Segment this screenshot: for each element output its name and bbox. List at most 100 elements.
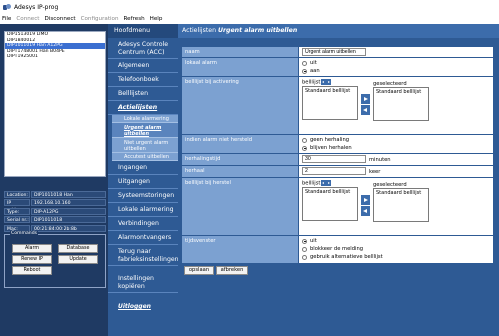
radio-lokaal-aan[interactable] bbox=[302, 68, 307, 74]
niet-hersteld-label: indien alarm niet hersteld bbox=[182, 135, 298, 153]
database-button[interactable]: Database bbox=[58, 244, 98, 253]
left-pane: DIP1513019 LIMO DIP1840012 DIP1011019 Ha… bbox=[0, 24, 108, 336]
nav-item-acc[interactable]: Adesys Controle Centrum (ACC) bbox=[108, 38, 178, 59]
menu-connect[interactable]: Connect bbox=[16, 16, 39, 22]
add-to-selected-button[interactable] bbox=[361, 94, 370, 104]
info-location-value: DIP1011018 Han bbox=[31, 190, 106, 198]
tijdsvenster-option-uit[interactable]: uit bbox=[302, 238, 317, 244]
menu-refresh[interactable]: Refresh bbox=[124, 16, 145, 22]
swap-icon[interactable] bbox=[321, 79, 332, 85]
reboot-button[interactable]: Reboot bbox=[12, 266, 52, 275]
arrow-right-icon bbox=[364, 197, 368, 202]
cancel-button[interactable]: afbreken bbox=[216, 266, 248, 275]
herstel-label: belllijst bij herstel bbox=[182, 178, 298, 235]
app-logo-icon bbox=[3, 3, 11, 11]
info-type-value: DIP-A12PG bbox=[31, 207, 106, 215]
arrow-left-icon bbox=[363, 107, 367, 112]
device-list-item[interactable]: DIPT1925001 bbox=[5, 54, 105, 60]
nav-item-instellingen-kopieren[interactable]: Instellingen kopiëren bbox=[108, 272, 178, 293]
list-item[interactable]: Standaard belllijst bbox=[305, 88, 357, 94]
update-button[interactable]: Update bbox=[58, 255, 98, 264]
menu-help[interactable]: Help bbox=[150, 16, 163, 22]
device-info: Location: DIP1011018 Han IP address: 192… bbox=[4, 190, 106, 233]
blijven-herhalen-text: blijven herhalen bbox=[310, 145, 352, 151]
nav-item-lokale-alarmering[interactable]: Lokale alarmering bbox=[108, 203, 178, 217]
radio-tijdsvenster-blokkeer[interactable] bbox=[302, 246, 307, 252]
herhalingstijd-input[interactable] bbox=[302, 155, 366, 163]
list-item[interactable]: Standaard belllijst bbox=[376, 190, 428, 196]
nav-sub-urgent-alarm[interactable]: Urgent alarm uitbellen bbox=[112, 123, 178, 138]
info-serial-label: Serial nr.: bbox=[4, 216, 30, 224]
herhaal-input[interactable] bbox=[302, 167, 366, 175]
info-serial-value: DIP1011018 bbox=[31, 216, 106, 224]
nav-item-algemeen[interactable]: Algemeen bbox=[108, 59, 178, 73]
swap-icon[interactable] bbox=[321, 180, 332, 186]
herhaal-unit: keer bbox=[369, 169, 381, 175]
nav-item-systeemstoringen[interactable]: Systeemstoringen bbox=[108, 189, 178, 203]
nav-item-verbindingen[interactable]: Verbindingen bbox=[108, 217, 178, 231]
list-item[interactable]: Standaard belllijst bbox=[376, 89, 428, 95]
window-titlebar: Adesys IP-prog bbox=[0, 0, 499, 14]
herhaling-option-geen[interactable]: geen herhaling bbox=[302, 137, 349, 143]
herhaling-option-blijven[interactable]: blijven herhalen bbox=[302, 145, 352, 151]
nav-item-ingangen[interactable]: Ingangen bbox=[108, 161, 178, 175]
radio-blijven-herhalen[interactable] bbox=[302, 145, 307, 151]
tijdsvenster-option-alternatief[interactable]: gebruik alternatieve belllijst bbox=[302, 254, 383, 260]
radio-tijdsvenster-uit[interactable] bbox=[302, 238, 307, 244]
nav-sub-niet-urgent-alarm[interactable]: Niet urgent alarm uitbellen bbox=[112, 138, 178, 153]
nav-sub-accutest[interactable]: Accutest uitbellen bbox=[112, 153, 178, 161]
lokaal-alarm-label: lokaal alarm bbox=[182, 58, 298, 76]
menu-file[interactable]: File bbox=[2, 16, 11, 22]
herstel-selected-list[interactable]: Standaard belllijst bbox=[373, 188, 429, 222]
arrow-right-icon bbox=[364, 96, 368, 101]
info-row-location: Location: DIP1011018 Han bbox=[4, 190, 106, 198]
nav-sub-lokale-alarmering[interactable]: Lokale alarmering bbox=[112, 115, 178, 123]
breadcrumb-current: Urgent alarm uitbellen bbox=[217, 27, 298, 34]
save-button[interactable]: opslaan bbox=[184, 266, 214, 275]
nav-item-fabrieksinstellingen[interactable]: Terug naar fabrieksinstellingen bbox=[108, 245, 179, 266]
remove-from-selected-button[interactable] bbox=[361, 105, 370, 115]
activering-label: belllijst bij activering bbox=[182, 77, 298, 134]
logout-link[interactable]: Uitloggen bbox=[108, 303, 178, 310]
tijdsvenster-blokkeer-text: blokkeer de melding bbox=[310, 246, 364, 252]
lokaal-option-aan[interactable]: aan bbox=[302, 68, 320, 74]
menu-disconnect[interactable]: Disconnect bbox=[45, 16, 76, 22]
tijdsvenster-alternatief-text: gebruik alternatieve belllijst bbox=[310, 254, 383, 260]
renew-ip-button[interactable]: Renew IP bbox=[12, 255, 52, 264]
lokaal-option-uit[interactable]: uit bbox=[302, 60, 317, 66]
row-herhaal: herhaal keer bbox=[182, 166, 493, 177]
menu-configuration[interactable]: Configuration bbox=[81, 16, 119, 22]
nav-item-uitgangen[interactable]: Uitgangen bbox=[108, 175, 178, 189]
nav-item-telefoonboek[interactable]: Telefoonboek bbox=[108, 73, 178, 87]
geen-herhaling-text: geen herhaling bbox=[310, 137, 350, 143]
window-title: Adesys IP-prog bbox=[14, 3, 59, 11]
remove-from-selected-button[interactable] bbox=[361, 206, 370, 216]
activering-available-label: belllijst bbox=[302, 79, 332, 86]
naam-input[interactable] bbox=[302, 48, 366, 56]
add-to-selected-button[interactable] bbox=[361, 195, 370, 205]
breadcrumb-section[interactable]: Actielijsten bbox=[182, 27, 216, 34]
content-panel: naam lokaal alarm uit aan belllijst bij … bbox=[178, 38, 499, 336]
info-mac-value: 00:21:84:00:2b:8b bbox=[31, 224, 106, 232]
alarm-button[interactable]: Alarm bbox=[12, 244, 52, 253]
nav-item-alarmontvangers[interactable]: Alarmontvangers bbox=[108, 231, 178, 245]
radio-tijdsvenster-alternatief[interactable] bbox=[302, 254, 307, 260]
info-location-label: Location: bbox=[4, 190, 30, 198]
list-item[interactable]: Standaard belllijst bbox=[305, 189, 357, 195]
device-list[interactable]: DIP1513019 LIMO DIP1840012 DIP1011019 Ha… bbox=[4, 31, 106, 177]
herstel-available-list[interactable]: Standaard belllijst bbox=[302, 187, 358, 221]
activering-selected-list[interactable]: Standaard belllijst bbox=[373, 87, 429, 121]
activering-available-list[interactable]: Standaard belllijst bbox=[302, 86, 358, 120]
nav-item-actielijsten[interactable]: Actielijsten bbox=[108, 101, 178, 115]
tijdsvenster-option-blokkeer[interactable]: blokkeer de melding bbox=[302, 246, 363, 252]
row-tijdsvenster: tijdsvenster uit blokkeer de melding geb… bbox=[182, 236, 493, 263]
row-niet-hersteld: indien alarm niet hersteld geen herhalin… bbox=[182, 135, 493, 153]
arrow-left-icon bbox=[363, 208, 367, 213]
radio-lokaal-uit[interactable] bbox=[302, 60, 307, 66]
commands-group: Commands Alarm Database Renew IP Update … bbox=[4, 231, 106, 288]
info-row-serial: Serial nr.: DIP1011018 bbox=[4, 216, 106, 224]
radio-geen-herhaling[interactable] bbox=[302, 137, 307, 143]
menu-bar: File Connect Disconnect Configuration Re… bbox=[0, 14, 499, 24]
herhaal-label: herhaal bbox=[182, 166, 298, 177]
nav-item-belllijsten[interactable]: Belllijsten bbox=[108, 87, 178, 101]
